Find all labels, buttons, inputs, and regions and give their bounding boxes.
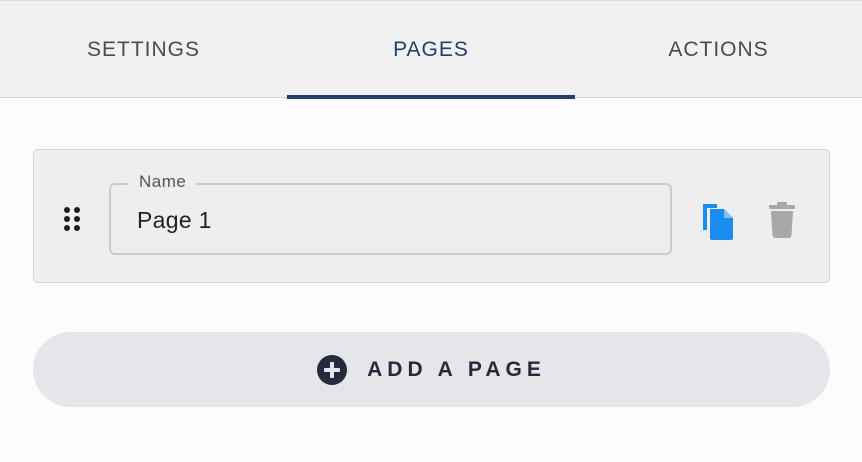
duplicate-page-button[interactable] bbox=[698, 198, 738, 242]
copy-icon bbox=[703, 204, 733, 240]
add-page-button[interactable]: ADD A PAGE bbox=[33, 332, 830, 407]
tab-bar: SETTINGS PAGES ACTIONS bbox=[0, 0, 862, 99]
delete-page-button[interactable] bbox=[764, 200, 800, 240]
tab-pages[interactable]: PAGES bbox=[287, 1, 575, 98]
active-tab-indicator bbox=[287, 95, 575, 99]
tab-settings[interactable]: SETTINGS bbox=[0, 1, 287, 98]
tab-actions[interactable]: ACTIONS bbox=[575, 1, 862, 98]
page-item-card: Name bbox=[33, 149, 830, 283]
trash-icon bbox=[769, 202, 795, 238]
page-name-input[interactable] bbox=[137, 205, 637, 235]
plus-circle-icon bbox=[317, 354, 348, 385]
page-name-field: Name bbox=[109, 171, 672, 255]
add-page-label: ADD A PAGE bbox=[367, 357, 546, 381]
drag-handle-icon[interactable] bbox=[62, 204, 82, 232]
page-name-label: Name bbox=[129, 171, 197, 193]
